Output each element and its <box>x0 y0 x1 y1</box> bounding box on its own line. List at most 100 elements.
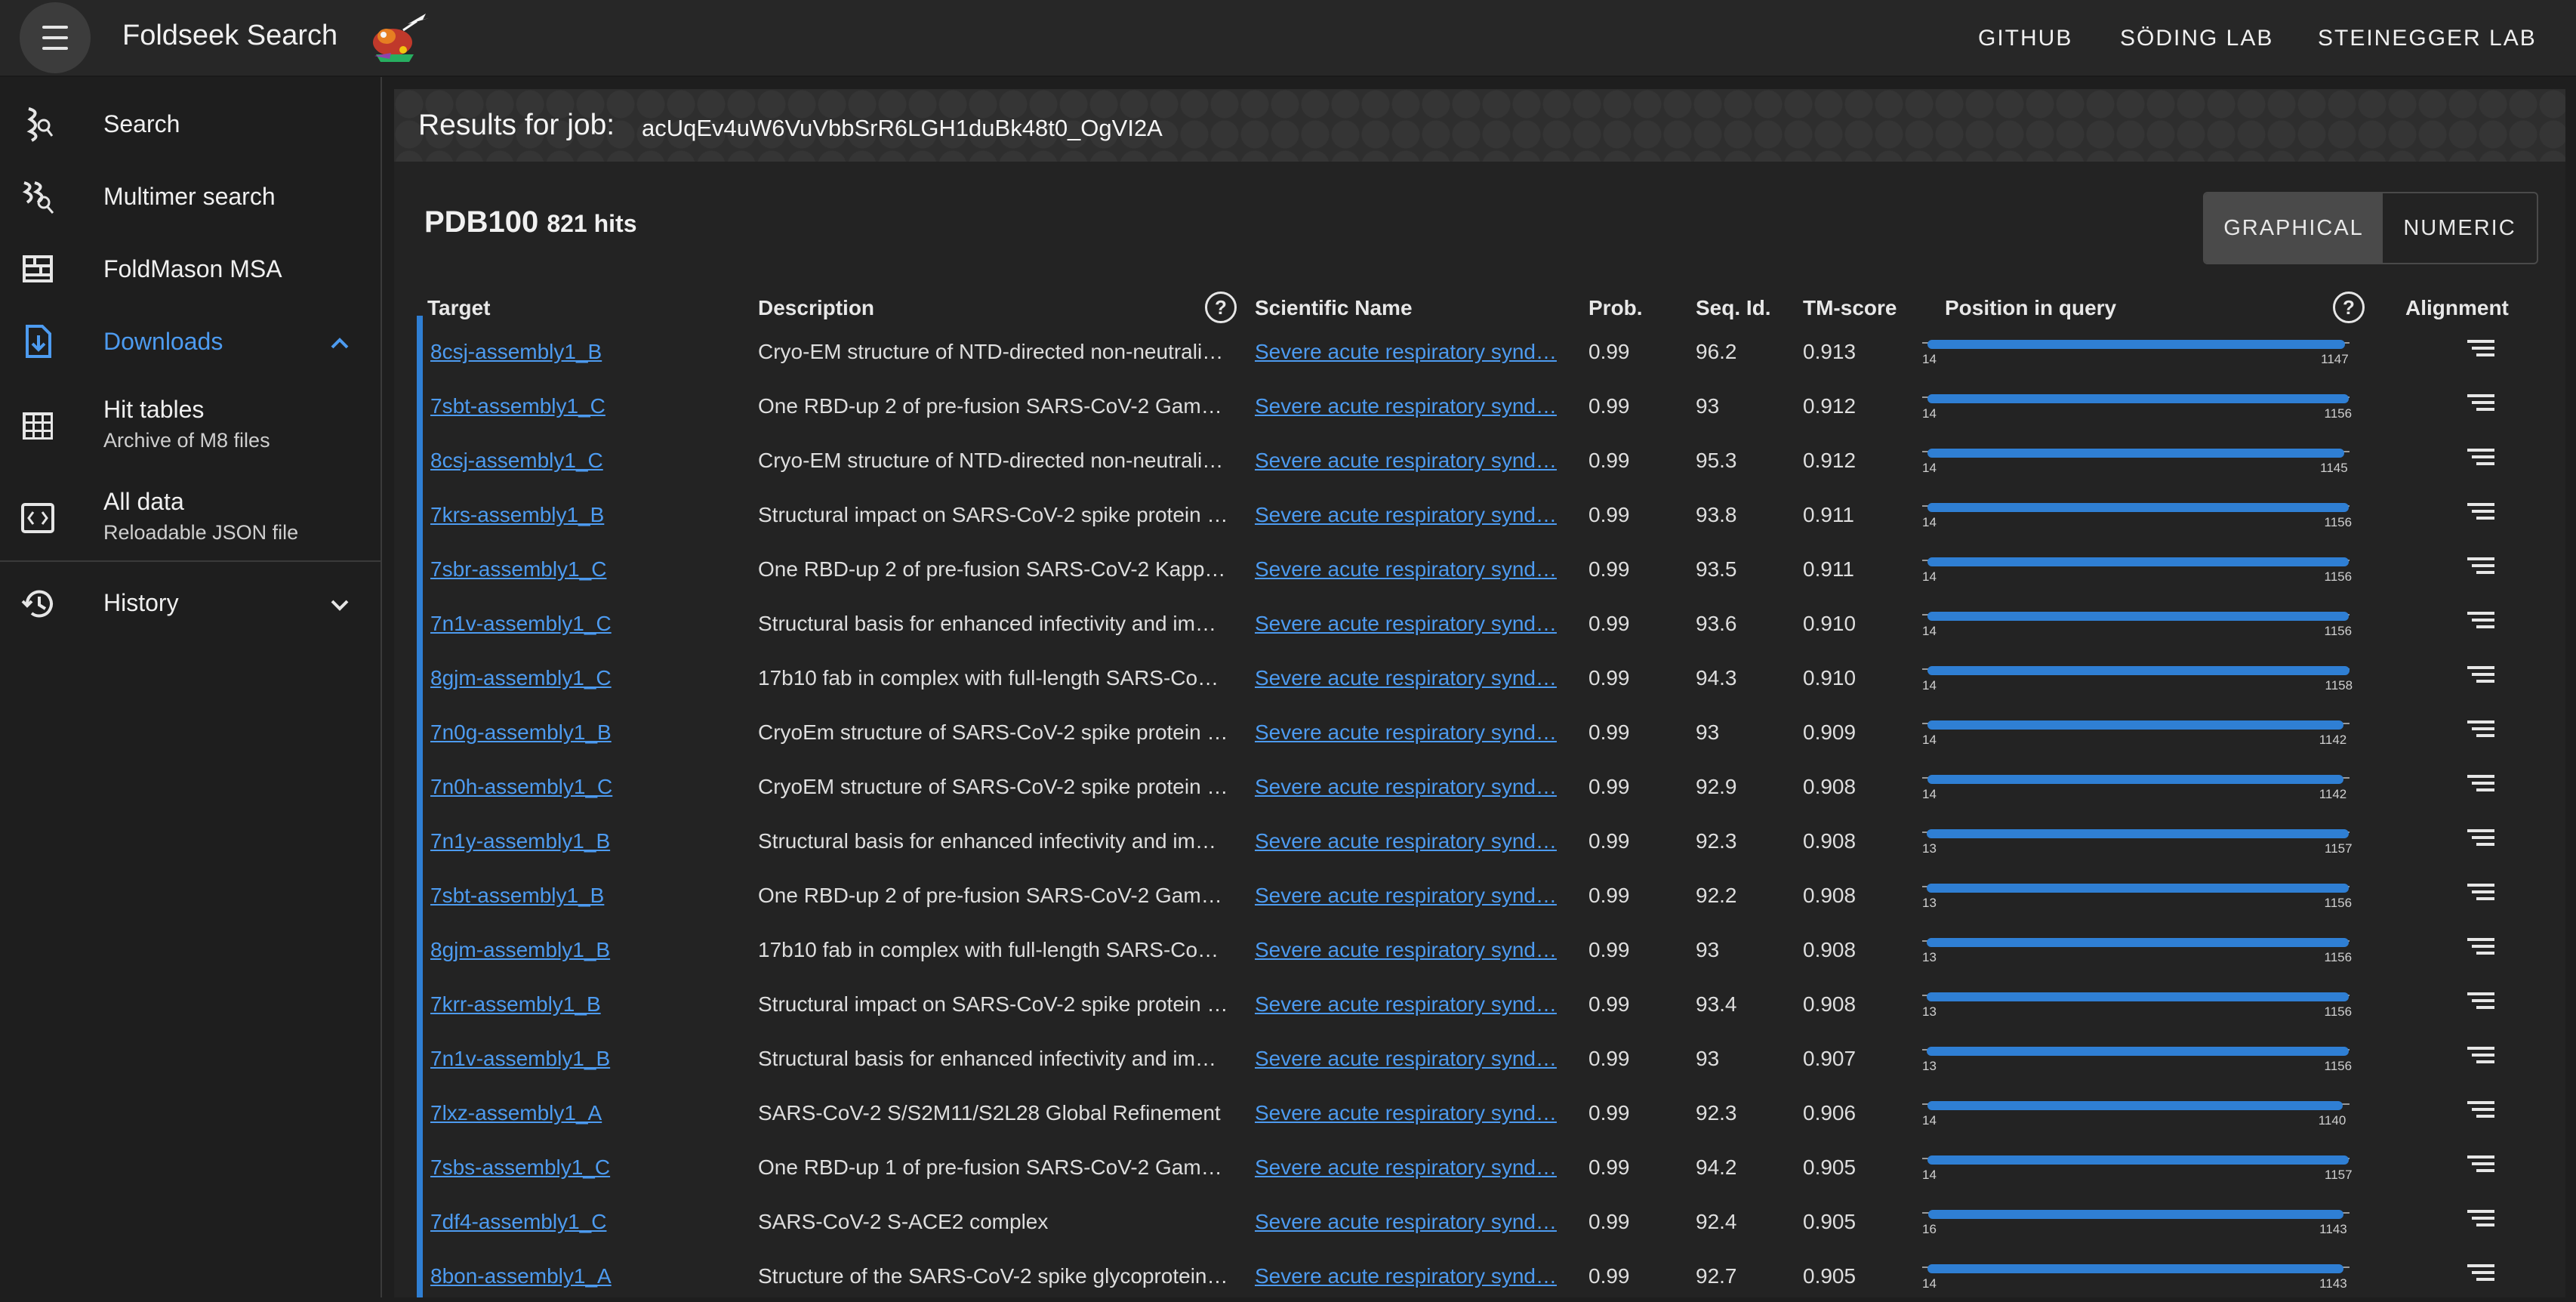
table-row[interactable]: 7krs-assembly1_B Structural impact on SAR… <box>417 486 2565 541</box>
column-position[interactable]: Position in query <box>1945 296 2116 320</box>
scientific-name-link[interactable]: Severe acute respiratory synd… <box>1255 557 1564 582</box>
scientific-name-link[interactable]: Severe acute respiratory synd… <box>1255 938 1564 962</box>
chevron-up-icon[interactable] <box>326 332 353 353</box>
alignment-icon[interactable] <box>2467 1264 2494 1285</box>
scientific-name-link[interactable]: Severe acute respiratory synd… <box>1255 1047 1564 1071</box>
alignment-icon[interactable] <box>2467 612 2494 633</box>
scientific-name-link[interactable]: Severe acute respiratory synd… <box>1255 992 1564 1017</box>
target-link[interactable]: 7n1y-assembly1_B <box>430 829 747 853</box>
scientific-name-link[interactable]: Severe acute respiratory synd… <box>1255 1101 1564 1125</box>
target-link[interactable]: 7df4-assembly1_C <box>430 1210 747 1234</box>
alignment-icon[interactable] <box>2467 340 2494 361</box>
table-row[interactable]: 7df4-assembly1_C SARS-CoV-2 S-ACE2 comple… <box>417 1193 2565 1248</box>
table-row[interactable]: 8csj-assembly1_C Cryo-EM structure of NTD… <box>417 432 2565 486</box>
alignment-icon[interactable] <box>2467 775 2494 796</box>
target-link[interactable]: 7krr-assembly1_B <box>430 992 747 1017</box>
target-link[interactable]: 7n1v-assembly1_C <box>430 612 747 636</box>
sidebar-item-foldmason[interactable]: FoldMason MSA <box>0 246 381 296</box>
scientific-name-link[interactable]: Severe acute respiratory synd… <box>1255 884 1564 908</box>
column-seq-id[interactable]: Seq. Id. <box>1696 296 1771 320</box>
alignment-icon[interactable] <box>2467 884 2494 905</box>
help-icon[interactable]: ? <box>1205 292 1237 323</box>
alignment-icon[interactable] <box>2467 992 2494 1014</box>
menu-button[interactable] <box>20 2 91 73</box>
alignment-icon[interactable] <box>2467 1155 2494 1177</box>
alignment-icon[interactable] <box>2467 1101 2494 1122</box>
scientific-name-link[interactable]: Severe acute respiratory synd… <box>1255 1155 1564 1180</box>
seq-id-cell: 93.8 <box>1696 503 1737 526</box>
help-icon[interactable]: ? <box>2333 292 2365 323</box>
scientific-name-link[interactable]: Severe acute respiratory synd… <box>1255 503 1564 527</box>
scientific-name-link[interactable]: Severe acute respiratory synd… <box>1255 449 1564 473</box>
results-label: Results for job: <box>418 109 615 141</box>
target-link[interactable]: 8gjm-assembly1_B <box>430 938 747 962</box>
nav-github[interactable]: GITHUB <box>1978 26 2072 51</box>
scientific-name-link[interactable]: Severe acute respiratory synd… <box>1255 394 1564 418</box>
alignment-icon[interactable] <box>2467 938 2494 959</box>
numeric-view-button[interactable]: NUMERIC <box>2383 193 2537 263</box>
alignment-icon[interactable] <box>2467 1210 2494 1231</box>
sidebar-item-downloads[interactable]: Downloads <box>0 319 381 369</box>
table-row[interactable]: 8bon-assembly1_A Structure of the SARS-Co… <box>417 1248 2565 1302</box>
alignment-icon[interactable] <box>2467 557 2494 578</box>
sidebar-item-history[interactable]: History <box>0 580 381 630</box>
sidebar-item-hit-tables[interactable]: Hit tables Archive of M8 files <box>0 391 381 464</box>
tm-score-cell: 0.911 <box>1803 503 1854 526</box>
table-row[interactable]: 8csj-assembly1_B Cryo-EM structure of NTD… <box>417 323 2565 378</box>
scientific-name-link[interactable]: Severe acute respiratory synd… <box>1255 775 1564 799</box>
table-row[interactable]: 7krr-assembly1_B Structural impact on SAR… <box>417 976 2565 1030</box>
table-row[interactable]: 7n0g-assembly1_B CryoEm structure of SARS… <box>417 704 2565 758</box>
nav-steinegger-lab[interactable]: STEINEGGER LAB <box>2318 26 2537 51</box>
table-row[interactable]: 8gjm-assembly1_C 17b10 fab in complex wit… <box>417 649 2565 704</box>
target-link[interactable]: 7sbt-assembly1_C <box>430 394 747 418</box>
table-row[interactable]: 7sbs-assembly1_C One RBD-up 1 of pre-fusi… <box>417 1139 2565 1193</box>
alignment-icon[interactable] <box>2467 394 2494 415</box>
scientific-name-link[interactable]: Severe acute respiratory synd… <box>1255 340 1564 364</box>
table-row[interactable]: 7lxz-assembly1_A SARS-CoV-2 S/S2M11/S2L28… <box>417 1084 2565 1139</box>
chevron-down-icon[interactable] <box>326 595 353 616</box>
alignment-icon[interactable] <box>2467 720 2494 742</box>
column-prob[interactable]: Prob. <box>1588 296 1643 320</box>
alignment-icon[interactable] <box>2467 449 2494 470</box>
target-link[interactable]: 8bon-assembly1_A <box>430 1264 747 1288</box>
alignment-icon[interactable] <box>2467 829 2494 850</box>
target-link[interactable]: 7n0h-assembly1_C <box>430 775 747 799</box>
table-row[interactable]: 7sbt-assembly1_B One RBD-up 2 of pre-fusi… <box>417 867 2565 921</box>
scientific-name-link[interactable]: Severe acute respiratory synd… <box>1255 1210 1564 1234</box>
table-row[interactable]: 7sbt-assembly1_C One RBD-up 2 of pre-fusi… <box>417 378 2565 432</box>
table-row[interactable]: 7n1y-assembly1_B Structural basis for enh… <box>417 813 2565 867</box>
scientific-name-link[interactable]: Severe acute respiratory synd… <box>1255 720 1564 745</box>
sidebar-item-search[interactable]: Search <box>0 101 381 151</box>
target-link[interactable]: 7n1v-assembly1_B <box>430 1047 747 1071</box>
target-link[interactable]: 8gjm-assembly1_C <box>430 666 747 690</box>
alignment-icon[interactable] <box>2467 1047 2494 1068</box>
scientific-name-link[interactable]: Severe acute respiratory synd… <box>1255 1264 1564 1288</box>
column-tm-score[interactable]: TM-score <box>1803 296 1897 320</box>
sidebar-item-multimer[interactable]: Multimer search <box>0 174 381 224</box>
column-scientific-name[interactable]: Scientific Name <box>1255 296 1413 320</box>
table-row[interactable]: 8gjm-assembly1_B 17b10 fab in complex wit… <box>417 921 2565 976</box>
target-link[interactable]: 8csj-assembly1_C <box>430 449 747 473</box>
table-row[interactable]: 7n0h-assembly1_C CryoEM structure of SARS… <box>417 758 2565 813</box>
column-target[interactable]: Target <box>427 296 491 320</box>
table-row[interactable]: 7n1v-assembly1_B Structural basis for enh… <box>417 1030 2565 1084</box>
target-link[interactable]: 7sbr-assembly1_C <box>430 557 747 582</box>
target-link[interactable]: 7n0g-assembly1_B <box>430 720 747 745</box>
alignment-icon[interactable] <box>2467 503 2494 524</box>
scientific-name-link[interactable]: Severe acute respiratory synd… <box>1255 612 1564 636</box>
target-link[interactable]: 7sbt-assembly1_B <box>430 884 747 908</box>
alignment-icon[interactable] <box>2467 666 2494 687</box>
table-row[interactable]: 7sbr-assembly1_C One RBD-up 2 of pre-fusi… <box>417 541 2565 595</box>
target-link[interactable]: 7sbs-assembly1_C <box>430 1155 747 1180</box>
tm-score-cell: 0.908 <box>1803 938 1857 961</box>
sidebar-item-all-data[interactable]: All data Reloadable JSON file <box>0 483 381 556</box>
target-link[interactable]: 7krs-assembly1_B <box>430 503 747 527</box>
nav-soding-lab[interactable]: SÖDING LAB <box>2120 26 2273 51</box>
table-row[interactable]: 7n1v-assembly1_C Structural basis for enh… <box>417 595 2565 649</box>
column-description[interactable]: Description <box>758 296 874 320</box>
target-link[interactable]: 7lxz-assembly1_A <box>430 1101 747 1125</box>
graphical-view-button[interactable]: GRAPHICAL <box>2205 193 2383 263</box>
scientific-name-link[interactable]: Severe acute respiratory synd… <box>1255 666 1564 690</box>
target-link[interactable]: 8csj-assembly1_B <box>430 340 747 364</box>
scientific-name-link[interactable]: Severe acute respiratory synd… <box>1255 829 1564 853</box>
